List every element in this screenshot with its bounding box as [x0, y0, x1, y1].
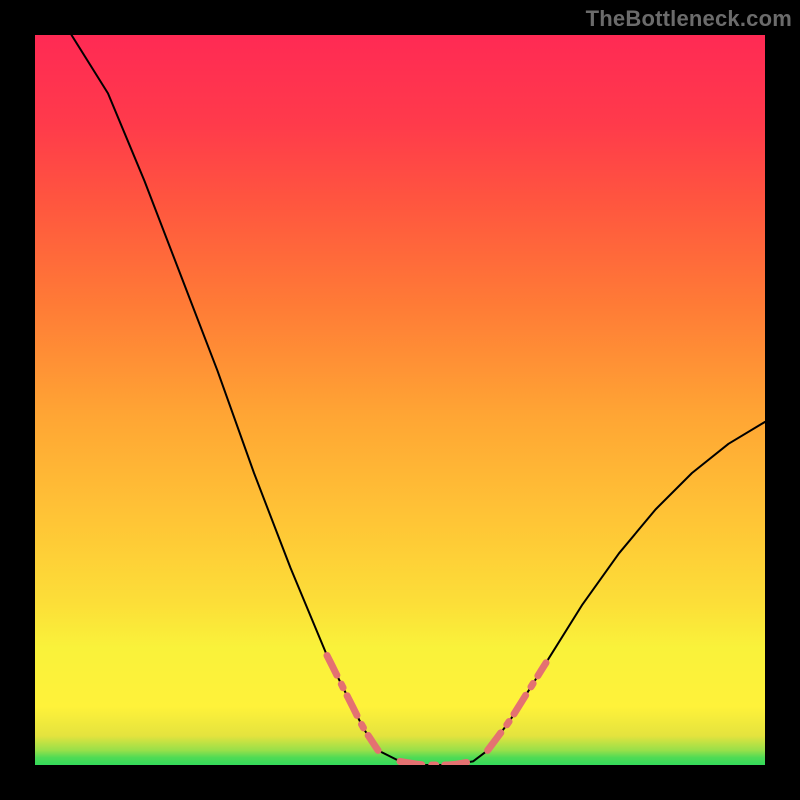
curve-svg: [35, 35, 765, 765]
watermark-text: TheBottleneck.com: [586, 6, 792, 32]
plot-area: [35, 35, 765, 765]
dash-segment-right: [488, 663, 546, 751]
dash-segment-bottom: [400, 761, 473, 765]
chart-container: TheBottleneck.com: [0, 0, 800, 800]
dash-segment-left: [327, 656, 378, 751]
bottleneck-curve: [72, 35, 766, 765]
